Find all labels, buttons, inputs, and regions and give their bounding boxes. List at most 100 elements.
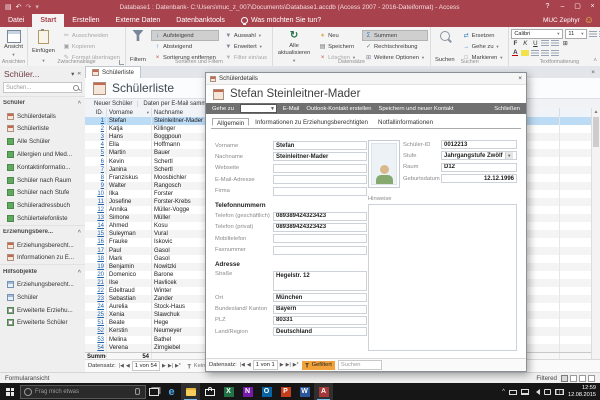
taskbar-app-button[interactable]: W [295, 383, 314, 400]
ribbon-small-button[interactable]: ↓ Aufsteigend ▼ [151, 30, 219, 41]
cell-vorname[interactable]: Verena [107, 343, 152, 352]
nav-search-input[interactable]: Suchen... [3, 82, 82, 93]
goto-combo[interactable]: ▼ [239, 104, 277, 113]
command-link[interactable]: Neuer Schüler [89, 101, 139, 107]
cell-vorname[interactable]: Josefine [107, 197, 152, 207]
nav-item[interactable]: Schüler ˄ [0, 291, 85, 304]
ribbon-small-button[interactable]: Σ Summen ▼ [361, 30, 428, 41]
tell-me-box[interactable]: Was möchten Sie tun? [233, 14, 329, 27]
cell-vorname[interactable]: Beate [107, 319, 152, 328]
cell-vorname[interactable]: Janina [107, 165, 152, 174]
cell-nachname[interactable]: Müller [152, 214, 210, 223]
font-size-combo[interactable]: 11 ▼ [565, 28, 588, 39]
previous-record-icon[interactable]: ◀ [247, 362, 251, 368]
cell-nachname[interactable]: Kosu [152, 222, 210, 231]
cell-nachname[interactable]: Moosbichler [152, 173, 210, 182]
column-header-id[interactable]: ID ↓ [85, 108, 107, 117]
student-photo[interactable] [368, 140, 400, 188]
font-color-button[interactable]: A [511, 49, 519, 57]
close-document-icon[interactable]: × [591, 69, 600, 76]
cell-id[interactable]: 17 [85, 246, 107, 255]
cell-id[interactable]: 54 [85, 343, 107, 352]
cell-id[interactable]: 25 [85, 311, 107, 320]
minimize-button[interactable]: – [555, 0, 570, 14]
chevron-up-icon[interactable]: ^ [502, 389, 505, 395]
cell-nachname[interactable]: Killinger [152, 125, 210, 134]
font-name-combo[interactable]: Calibri ▼ [511, 28, 564, 39]
cell-vorname[interactable]: Martin [107, 149, 152, 158]
new-record-icon[interactable]: ▶* [293, 362, 299, 368]
record-search-input[interactable]: Suchen [337, 360, 382, 370]
cell-nachname[interactable]: Hege [152, 319, 210, 328]
action-center-icon[interactable] [544, 388, 551, 395]
text-input[interactable] [273, 175, 367, 185]
previous-record-icon[interactable]: ◀ [126, 363, 130, 369]
cell-nachname[interactable]: Gasol [152, 246, 210, 255]
taskbar-app-button[interactable]: P [276, 383, 295, 400]
filter-state-button[interactable]: Gefiltert [301, 360, 335, 370]
cell-nachname[interactable]: Barone [152, 270, 210, 279]
taskbar-app-button[interactable]: O [257, 383, 276, 400]
undo-icon[interactable]: ↶ [16, 3, 22, 11]
column-header-nachname[interactable]: Nachname ▾ [152, 108, 210, 117]
cell-vorname[interactable]: Franziskus [107, 173, 152, 182]
indent-icon[interactable] [541, 40, 550, 47]
cell-vorname[interactable]: Ahmed [107, 222, 152, 231]
nav-item[interactable]: Schüler nach Stufe ˄ [0, 187, 85, 200]
ribbon-small-button[interactable]: ▼ Erweitert ▼ [222, 41, 270, 52]
cell-nachname[interactable]: Bathel [152, 335, 210, 344]
cell-nachname[interactable]: Bauer [152, 149, 210, 158]
nav-item[interactable]: Kontaktinformatio... ˄ [0, 161, 85, 174]
cell-id[interactable]: 18 [85, 254, 107, 263]
ribbon-small-button[interactable]: ⇄ Ersetzen ▼ [460, 30, 507, 41]
start-button[interactable] [0, 383, 20, 400]
last-record-icon[interactable]: ▶| [168, 363, 173, 369]
text-input[interactable] [273, 245, 367, 255]
nav-item[interactable]: Alle Schüler ˄ [0, 135, 85, 148]
cell-id[interactable]: 52 [85, 327, 107, 336]
help-button[interactable]: ? [540, 0, 555, 14]
nav-item[interactable]: Allergien und Med... ˄ [0, 148, 85, 161]
cell-nachname[interactable]: Zander [152, 295, 210, 304]
cell-nachname[interactable]: Havlicek [152, 278, 210, 287]
cell-id[interactable]: 20 [85, 270, 107, 279]
network-icon[interactable] [521, 388, 529, 395]
text-input[interactable]: 089389424323423 [273, 211, 367, 221]
ribbon-small-button[interactable]: ✓ Rechtschreibung ▼ [362, 41, 428, 52]
taskbar-app-button[interactable]: e [162, 383, 181, 400]
italic-button[interactable]: K [521, 40, 529, 47]
cell-vorname[interactable]: Edeltraud [107, 286, 152, 296]
hinweise-textarea[interactable] [368, 204, 517, 351]
design-view-icon[interactable] [588, 374, 595, 382]
chevron-down-icon[interactable]: ▼ [504, 152, 513, 160]
volume-icon[interactable] [533, 388, 540, 395]
dialog-launcher-icon[interactable] [118, 60, 124, 65]
nav-item[interactable]: Erziehungsberecht... ˄ [0, 239, 85, 252]
cell-id[interactable]: 19 [85, 262, 107, 271]
text-input[interactable]: D12▼ [441, 162, 517, 172]
last-record-icon[interactable]: ▶| [286, 362, 291, 368]
cell-id[interactable]: 22 [85, 286, 107, 296]
text-input[interactable]: Hegelstr. 12 [273, 270, 367, 291]
save-icon[interactable]: ▤ [5, 3, 12, 11]
microphone-icon[interactable] [135, 388, 140, 395]
cell-vorname[interactable]: Suleyman [107, 230, 152, 239]
align-left-icon[interactable] [531, 49, 540, 56]
scroll-up-icon[interactable]: ▲ [592, 108, 600, 116]
form-view-icon[interactable] [561, 374, 568, 382]
ribbon-tab[interactable]: Erstellen [64, 14, 107, 27]
taskbar-app-button[interactable] [200, 383, 219, 400]
cell-nachname[interactable]: Neumeyer [152, 327, 210, 336]
outdent-icon[interactable] [551, 40, 560, 47]
taskbar-app-button[interactable] [181, 383, 200, 400]
next-record-icon[interactable]: ▶ [280, 362, 284, 368]
dialog-title-bar[interactable]: Schülerdetails × [206, 73, 526, 85]
taskbar-app-button[interactable]: A [314, 383, 333, 400]
cell-nachname[interactable]: Winter [152, 286, 210, 296]
nav-item[interactable]: Schüler ˄ [0, 96, 85, 110]
cell-nachname[interactable]: Müller-Vogge [152, 206, 210, 215]
cell-id[interactable]: 21 [85, 278, 107, 287]
nav-item[interactable]: Erweiterte Erziehu... ˄ [0, 304, 85, 317]
bold-button[interactable]: F [511, 40, 519, 47]
cell-vorname[interactable]: Ilka [107, 189, 152, 198]
